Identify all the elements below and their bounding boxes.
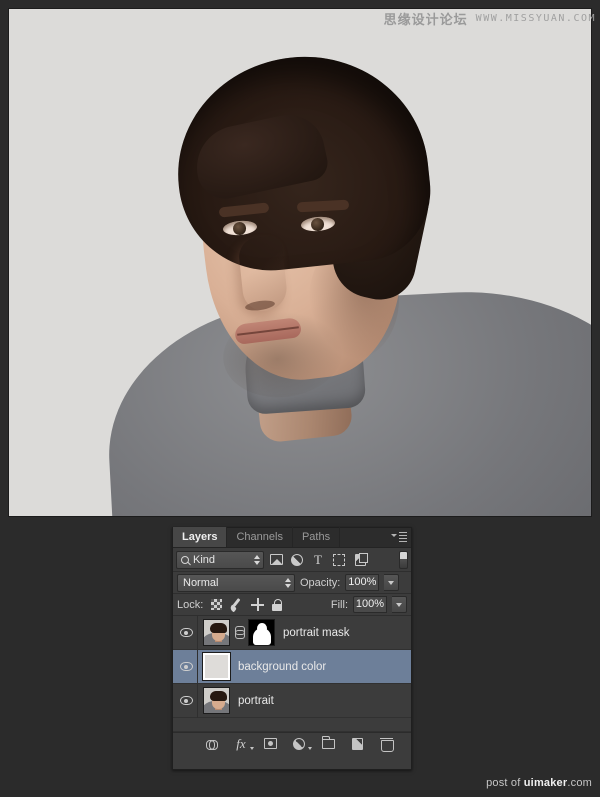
fill-input[interactable]: 100% [353,596,387,613]
opacity-input[interactable]: 100% [345,574,380,591]
right-pupil [310,217,325,232]
blend-mode-stepper-icon[interactable] [285,577,291,588]
eye-icon [179,628,193,637]
footer-credit: post of uimaker.com [486,777,592,789]
filter-kind-label: Kind [193,553,216,566]
panel-tab-bar[interactable]: Layers Channels Paths [173,527,411,548]
tab-channels[interactable]: Channels [227,527,293,547]
table-row[interactable]: portrait [173,683,411,718]
watermark-top: 思缘设计论坛 WWW.MISSYUAN.COM [384,9,596,28]
watermark-url-text: WWW.MISSYUAN.COM [475,13,596,24]
layer-mask-thumbnail[interactable] [248,619,275,646]
new-group-button[interactable] [321,736,336,751]
panel-menu-triangle-icon [391,534,397,537]
layer-visibility-toggle[interactable] [175,628,197,637]
fill-label: Fill: [330,598,348,611]
tab-paths[interactable]: Paths [293,527,341,547]
link-layers-button[interactable] [205,736,220,751]
lock-row[interactable]: Lock: Fill: 100% [173,594,411,616]
lock-transparent-pixels-icon[interactable] [211,599,223,610]
layer-name[interactable]: portrait mask [283,627,349,639]
layers-panel-toolbar[interactable]: fx [173,732,411,754]
delete-layer-button[interactable] [379,736,394,752]
shape-filter-icon[interactable] [330,551,348,569]
layer-thumbnail[interactable] [202,652,231,681]
link-icon[interactable] [234,626,245,639]
left-pupil [232,221,247,236]
layer-visibility-toggle[interactable] [175,662,197,671]
layer-visibility-toggle[interactable] [175,696,197,705]
filter-toggle[interactable] [399,550,408,569]
watermark-cn-text: 思缘设计论坛 [383,13,468,28]
image-filter-icon[interactable] [267,551,285,569]
lock-position-icon[interactable] [251,598,265,611]
tab-layers[interactable]: Layers [173,527,228,547]
adjustment-filter-icon[interactable] [288,551,306,569]
new-adjustment-layer-button[interactable] [292,736,312,751]
opacity-label: Opacity: [300,576,341,589]
smart-object-filter-icon[interactable] [351,551,369,569]
lock-label: Lock: [177,598,204,611]
blend-mode-select[interactable]: Normal [177,573,295,592]
lock-icon-group[interactable] [211,598,283,611]
footer-prefix: post of [486,777,524,789]
footer-suffix: .com [567,777,592,789]
layer-style-button[interactable]: fx [234,736,254,751]
blend-mode-value: Normal [183,576,219,589]
layer-filter-row[interactable]: Kind T [173,548,411,572]
panel-menu-icon[interactable] [391,532,407,544]
layers-panel[interactable]: Layers Channels Paths Kind T Normal Opac… [172,527,412,770]
layer-thumbnails[interactable] [198,652,231,681]
lock-image-pixels-icon[interactable] [230,598,243,611]
layer-list[interactable]: portrait mask background color portrait [173,616,411,732]
panel-menu-lines-icon [399,532,407,544]
footer-brand: uimaker [523,777,568,789]
app-window: 思缘设计论坛 WWW.MISSYUAN.COM Layers Channels … [0,0,600,797]
portrait-photo [9,9,591,516]
layer-name[interactable]: background color [238,661,326,673]
new-layer-button[interactable] [350,736,365,751]
layer-thumbnails[interactable] [198,687,230,714]
canvas-area [8,8,592,517]
opacity-dropdown-icon[interactable] [384,574,400,591]
table-row[interactable]: portrait mask [173,616,411,650]
eye-icon [179,662,193,671]
fill-dropdown-icon[interactable] [392,596,407,613]
filter-kind-stepper-icon[interactable] [254,554,260,565]
portrait-subject [9,9,591,516]
eye-icon [179,696,193,705]
layer-name[interactable]: portrait [238,695,274,707]
layer-thumbnail[interactable] [203,687,230,714]
layer-thumbnail[interactable] [203,619,230,646]
layer-thumbnails[interactable] [198,619,275,646]
layer-list-empty-area [173,718,411,732]
search-icon [181,555,189,564]
blend-mode-row[interactable]: Normal Opacity: 100% [173,572,411,594]
filter-kind-select[interactable]: Kind [176,550,264,569]
add-layer-mask-button[interactable] [263,736,278,751]
type-filter-icon[interactable]: T [309,551,327,569]
table-row[interactable]: background color [173,649,411,684]
lock-all-icon[interactable] [272,598,283,611]
